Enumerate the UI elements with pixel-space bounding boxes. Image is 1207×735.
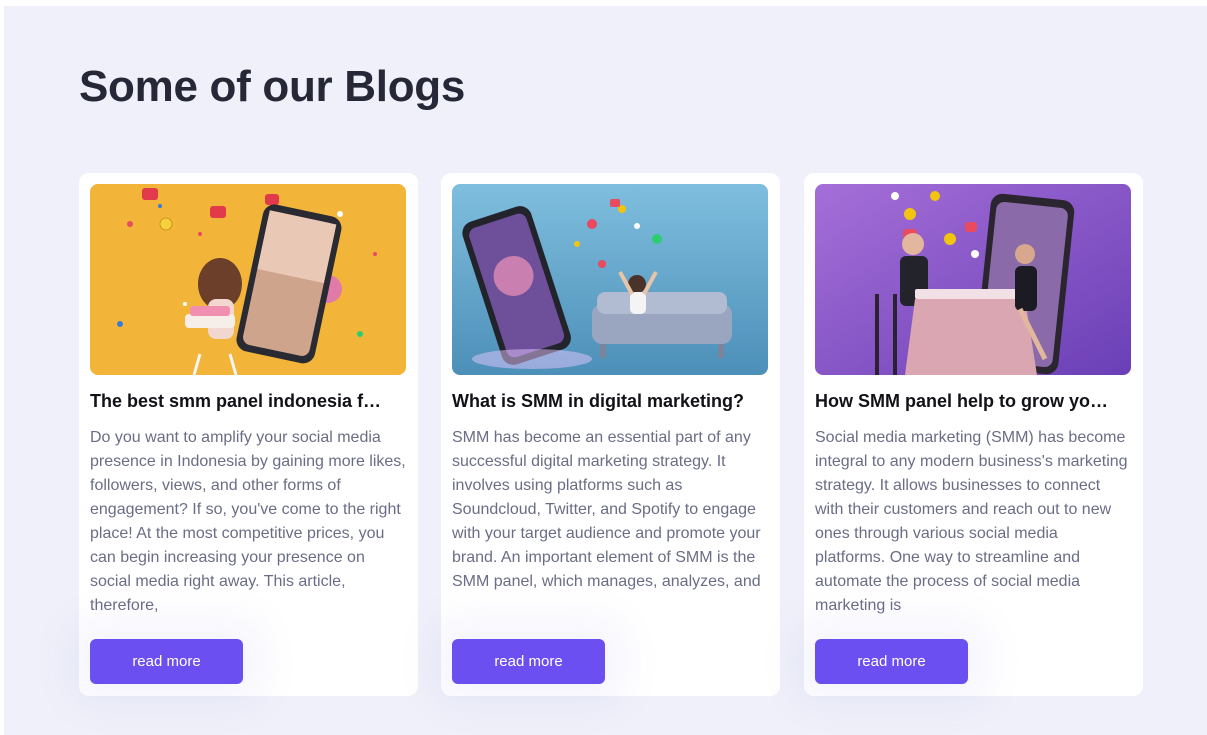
blog-excerpt: Social media marketing (SMM) has become … bbox=[815, 429, 1128, 614]
read-more-button[interactable]: read more bbox=[452, 639, 605, 684]
blog-card: The best smm panel indonesia f… Do you w… bbox=[79, 173, 418, 696]
blog-excerpt: Do you want to amplify your social media… bbox=[90, 429, 406, 614]
blog-title[interactable]: How SMM panel help to grow yo… bbox=[815, 391, 1131, 412]
blog-title[interactable]: The best smm panel indonesia f… bbox=[90, 391, 406, 412]
section-heading: Some of our Blogs bbox=[79, 62, 466, 111]
blog-title[interactable]: What is SMM in digital marketing? bbox=[452, 391, 768, 412]
blog-card: What is SMM in digital marketing? SMM ha… bbox=[441, 173, 780, 696]
blog-image-dinner[interactable] bbox=[815, 184, 1131, 375]
read-more-button[interactable]: read more bbox=[90, 639, 243, 684]
birthday-smartphone-image bbox=[90, 184, 406, 375]
blog-image-party[interactable] bbox=[452, 184, 768, 375]
blog-image-birthday[interactable] bbox=[90, 184, 406, 375]
read-more-button[interactable]: read more bbox=[815, 639, 968, 684]
blog-excerpt: SMM has become an essential part of any … bbox=[452, 429, 761, 590]
blog-card: How SMM panel help to grow yo… Social me… bbox=[804, 173, 1143, 696]
blogs-section: Some of our Blogs The best smm panel ind… bbox=[4, 6, 1207, 735]
dinner-smartphone-image bbox=[815, 184, 1131, 375]
party-smartphone-image bbox=[452, 184, 768, 375]
